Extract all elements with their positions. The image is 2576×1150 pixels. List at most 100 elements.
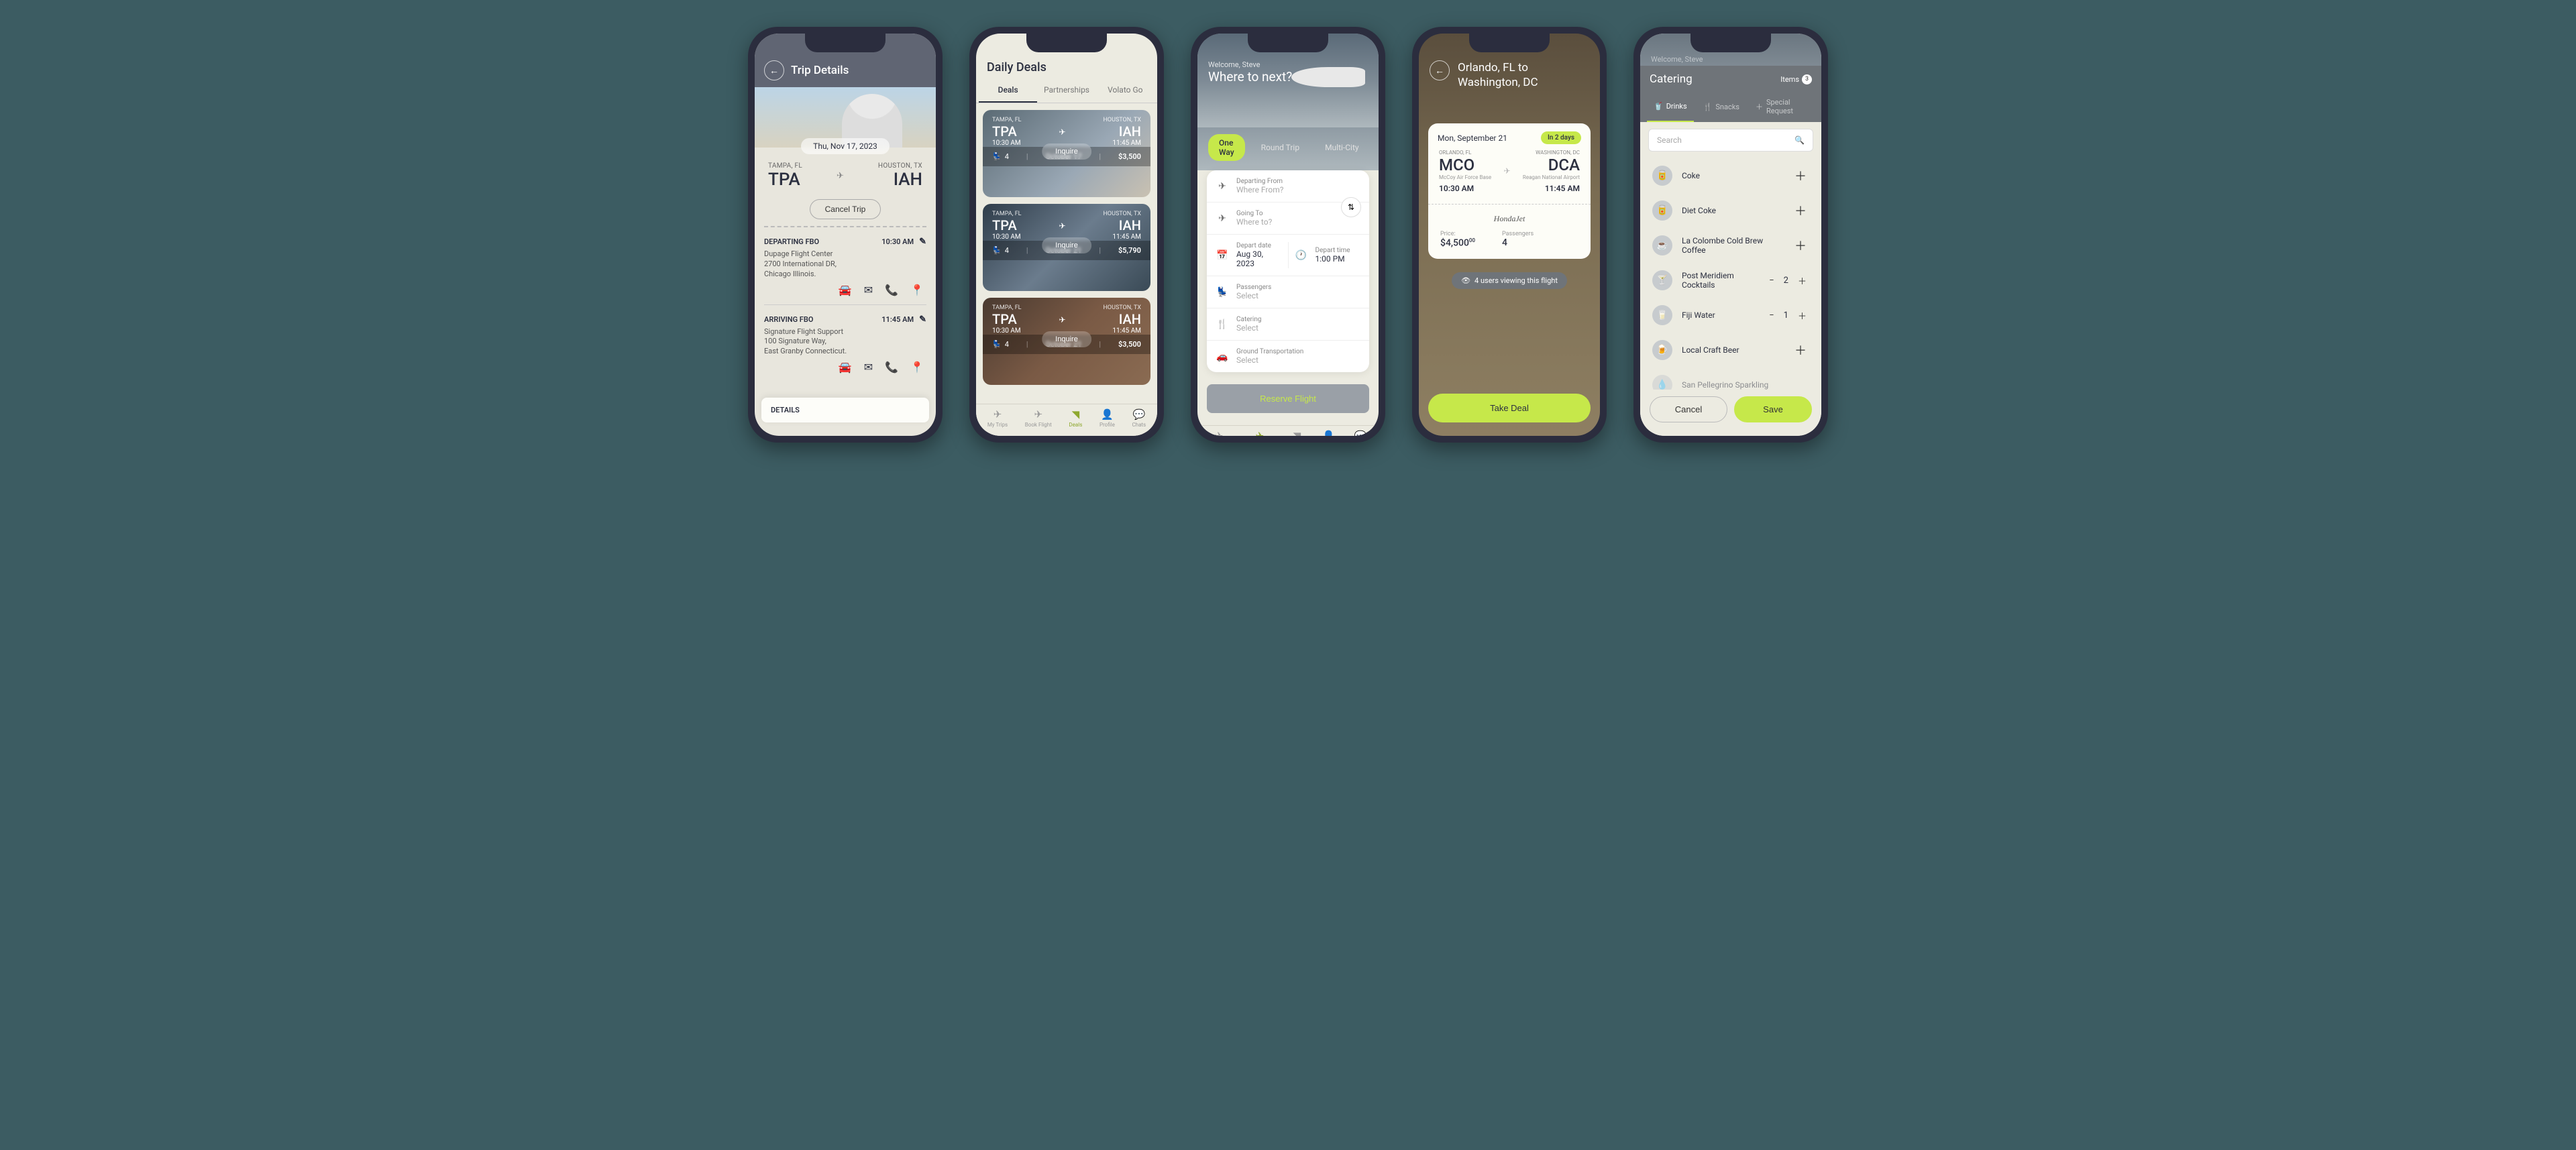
deal-card[interactable]: TAMPA, FL TPA 10:30 AM ✈ HOUSTON, TX IAH… [983,110,1150,197]
seat-icon: 💺 [992,340,1002,349]
pin-icon[interactable]: 📍 [910,361,924,373]
search-icon: 🔍 [1794,135,1805,145]
tab-my-trips[interactable]: ✈My Trips [987,408,1008,428]
inquire-button[interactable]: Inquire [1042,237,1091,253]
add-button[interactable]: ＋ [1795,274,1809,287]
add-button[interactable]: ＋ [1792,237,1809,254]
tab-drinks[interactable]: 🥤Drinks [1647,93,1694,122]
pencil-icon[interactable]: ✎ [919,314,926,325]
phone-book-flight: Welcome, Steve Where to next? One Way Ro… [1191,27,1385,443]
deals-list[interactable]: TAMPA, FL TPA 10:30 AM ✈ HOUSTON, TX IAH… [976,103,1157,404]
qty-value: 1 [1784,310,1788,321]
pencil-icon[interactable]: ✎ [919,237,926,247]
hero-image: Thu, Nov 17, 2023 [755,87,936,148]
departing-fbo-label: DEPARTING FBO [764,237,819,246]
phone-icon[interactable]: 📞 [885,284,898,296]
tab-profile[interactable]: 👤Profile [1321,430,1336,436]
inquire-button[interactable]: Inquire [1042,331,1091,347]
depart-date-field[interactable]: 📅 Depart date Aug 30, 2023 [1216,242,1289,268]
tab-profile[interactable]: 👤Profile [1099,408,1115,428]
tab-volato-go[interactable]: Volato Go [1096,80,1155,103]
pax-value: 4 [1502,237,1534,248]
items-counter[interactable]: Items 3 [1780,74,1812,84]
qty-value: 2 [1784,276,1788,286]
arriving-fbo-row: ARRIVING FBO 11:45 AM ✎ [764,310,926,327]
deal-price: $5,790 [1118,246,1141,255]
tab-chats[interactable]: 💬Chats [1353,430,1367,436]
chat-icon: 💬 [1132,408,1145,420]
footer-actions: Cancel Save [1640,390,1821,436]
departing-from-field[interactable]: ✈ Departing From Where From? [1207,170,1369,203]
back-button[interactable]: ← [764,60,784,80]
mail-icon[interactable]: ✉ [864,361,873,373]
add-button[interactable]: ＋ [1792,167,1809,184]
car-icon[interactable]: 🚘 [839,361,852,373]
minus-button[interactable]: − [1766,310,1776,321]
tab-deals[interactable]: Deals [979,80,1037,103]
deal-price: $3,500 [1118,340,1141,349]
cancel-button[interactable]: Cancel [1650,396,1727,422]
add-button[interactable]: ＋ [1795,309,1809,322]
minus-button[interactable]: − [1766,276,1776,286]
coffee-icon: ☕ [1652,235,1672,255]
tab-chats[interactable]: 💬Chats [1132,408,1146,428]
pin-icon[interactable]: 📍 [910,284,924,296]
phone-notch [1690,34,1771,52]
trip-type-selector: One Way Round Trip Multi-City [1197,127,1379,170]
drink-icon: 🥫 [1652,200,1672,221]
trip-type-round-trip[interactable]: Round Trip [1252,143,1309,152]
deal-card[interactable]: TAMPA, FL TPA 10:30 AM ✈ HOUSTON, TX IAH… [983,298,1150,385]
ticket-divider [1428,204,1591,205]
cancel-trip-button[interactable]: Cancel Trip [810,199,881,219]
origin-code: MCO [1439,156,1491,174]
back-button[interactable]: ← [1430,60,1450,80]
flight-card: Mon, September 21 In 2 days ORLANDO, FL … [1428,123,1591,259]
booking-form: ✈ Departing From Where From? ⇅ ✈ Going T… [1207,170,1369,372]
page-title: Trip Details [791,64,849,77]
tab-special[interactable]: ＋Special Request [1749,93,1815,122]
tab-book-flight[interactable]: ✈Book Flight [1025,408,1052,428]
tab-partnerships[interactable]: Partnerships [1037,80,1095,103]
save-button[interactable]: Save [1734,396,1812,422]
add-button[interactable]: ＋ [1792,202,1809,219]
passengers-field[interactable]: 💺 Passengers Select [1207,276,1369,308]
tab-book-flight[interactable]: ✈Book Flight [1246,430,1273,436]
seat-icon: 💺 [1216,287,1228,298]
origin-code: TPA [768,170,802,190]
chat-icon: 💬 [1354,430,1366,436]
food-icon: 🍴 [1216,319,1228,330]
origin-city: ORLANDO, FL [1439,150,1491,156]
search-input[interactable]: Search 🔍 [1648,129,1813,152]
tab-my-trips[interactable]: ✈My Trips [1209,430,1229,436]
list-item: 🥛 Fiji Water − 1 ＋ [1643,298,1819,333]
depart-time-field[interactable]: 🕐 Depart time 1:00 PM [1289,247,1360,264]
phone-icon[interactable]: 📞 [885,361,898,373]
reserve-flight-button[interactable]: Reserve Flight [1207,384,1369,413]
catering-list[interactable]: 🥫 Coke ＋ 🥫 Diet Coke ＋ ☕ La Colombe Cold… [1640,158,1821,390]
list-item: 🥫 Coke ＋ [1643,158,1819,193]
catering-field[interactable]: 🍴 Catering Select [1207,308,1369,341]
details-button[interactable]: DETAILS [761,398,929,422]
ground-transport-field[interactable]: 🚗 Ground Transportation Select [1207,341,1369,372]
tab-deals[interactable]: ◥Deals [1290,430,1303,436]
dest-city: WASHINGTON, DC [1523,150,1580,156]
list-item: ☕ La Colombe Cold Brew Coffee ＋ [1643,228,1819,263]
trip-type-one-way[interactable]: One Way [1208,134,1245,161]
swap-button[interactable]: ⇅ [1341,197,1361,217]
arriving-time: 11:45 AM [881,315,914,324]
date-chip: Thu, Nov 17, 2023 [801,138,890,154]
tab-deals[interactable]: ◥Deals [1069,408,1082,428]
car-icon[interactable]: 🚘 [839,284,852,296]
deals-tabs: Deals Partnerships Volato Go [976,80,1157,103]
page-title: Catering [1650,72,1693,86]
deal-card[interactable]: TAMPA, FL TPA 10:30 AM ✈ HOUSTON, TX IAH… [983,204,1150,291]
take-deal-button[interactable]: Take Deal [1428,394,1591,422]
route-summary: TAMPA, FL TPA ✈ HOUSTON, TX IAH [764,160,926,196]
inquire-button[interactable]: Inquire [1042,143,1091,160]
catering-tabs: 🥤Drinks 🍴Snacks ＋Special Request [1640,93,1821,122]
add-button[interactable]: ＋ [1792,341,1809,359]
title-to: Washington, DC [1458,75,1538,90]
tab-snacks[interactable]: 🍴Snacks [1697,93,1746,122]
trip-type-multi-city[interactable]: Multi-City [1316,143,1368,152]
mail-icon[interactable]: ✉ [864,284,873,296]
